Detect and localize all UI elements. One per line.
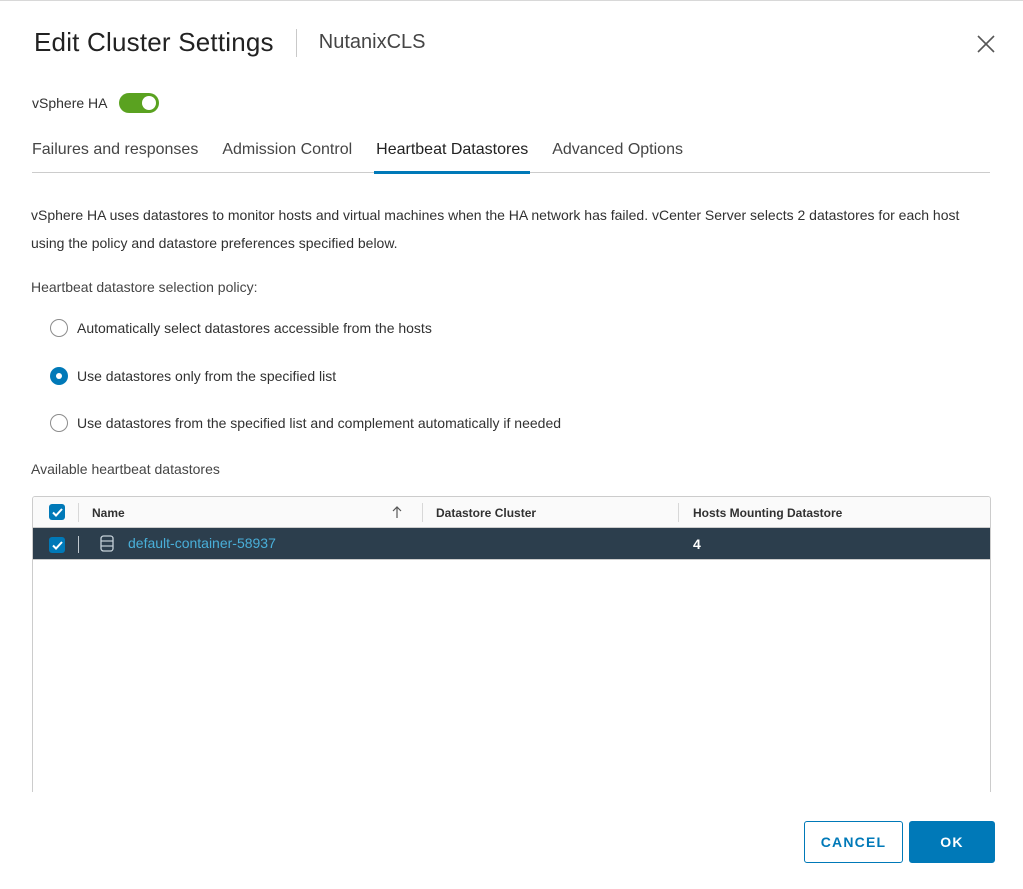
table-row[interactable]: default-container-58937 4 [33,528,990,560]
datastore-icon [100,535,114,557]
policy-option-label: Use datastores from the specified list a… [77,415,562,431]
tab-heartbeat-datastores[interactable]: Heartbeat Datastores [374,133,531,174]
dialog-subtitle: NutanixCLS [318,31,426,53]
vsphere-ha-label: vSphere HA [32,95,108,111]
heartbeat-description: vSphere HA uses datastores to monitor ho… [31,207,960,251]
hosts-mounting-value: 4 [693,536,701,552]
row-separator [78,536,79,553]
available-datastores-label: Available heartbeat datastores [31,461,220,477]
datastore-name-link[interactable]: default-container-58937 [128,535,276,551]
policy-option-label: Automatically select datastores accessib… [77,320,432,336]
column-separator [78,503,79,522]
vsphere-ha-toggle[interactable] [119,93,160,113]
grid-header: Name Datastore Cluster Hosts Mounting Da… [33,497,990,528]
radio-button-checked[interactable] [50,367,68,385]
tab-failures-and-responses[interactable]: Failures and responses [32,133,198,173]
checkmark-icon [51,540,63,550]
toggle-knob [142,96,157,110]
row-checkbox[interactable] [49,537,65,553]
column-header-datastore-cluster[interactable]: Datastore Cluster [436,506,536,520]
title-divider [295,28,297,57]
radio-button[interactable] [50,414,68,432]
dialog-title: Edit Cluster Settings [34,27,274,57]
tab-advanced-options[interactable]: Advanced Options [552,133,683,173]
select-all-checkbox[interactable] [49,504,65,520]
policy-label: Heartbeat datastore selection policy: [31,279,258,295]
close-button[interactable] [977,35,995,53]
checkmark-icon [51,507,63,517]
column-separator [678,503,679,522]
column-header-name[interactable]: Name [92,506,125,520]
close-icon [977,35,995,53]
datastores-grid: Name Datastore Cluster Hosts Mounting Da… [32,496,991,792]
policy-option-automatic[interactable]: Automatically select datastores accessib… [50,319,432,337]
arrow-up-icon[interactable] [391,505,403,522]
ok-button[interactable]: OK [909,821,995,863]
tab-admission-control[interactable]: Admission Control [222,133,352,173]
settings-tabs: Failures and responses Admission Control… [32,133,990,174]
policy-option-label: Use datastores only from the specified l… [77,368,337,384]
radio-button[interactable] [50,319,68,337]
vsphere-ha-row: vSphere HA [32,93,160,113]
cancel-button[interactable]: CANCEL [804,821,903,863]
edit-cluster-settings-dialog: Edit Cluster Settings NutanixCLS vSphere… [0,0,1023,889]
policy-option-specified-and-complement[interactable]: Use datastores from the specified list a… [50,414,561,432]
dialog-header: Edit Cluster Settings NutanixCLS [34,27,425,58]
column-separator [422,503,423,522]
column-header-hosts-mounting[interactable]: Hosts Mounting Datastore [693,506,842,520]
policy-option-specified-list[interactable]: Use datastores only from the specified l… [50,367,336,385]
